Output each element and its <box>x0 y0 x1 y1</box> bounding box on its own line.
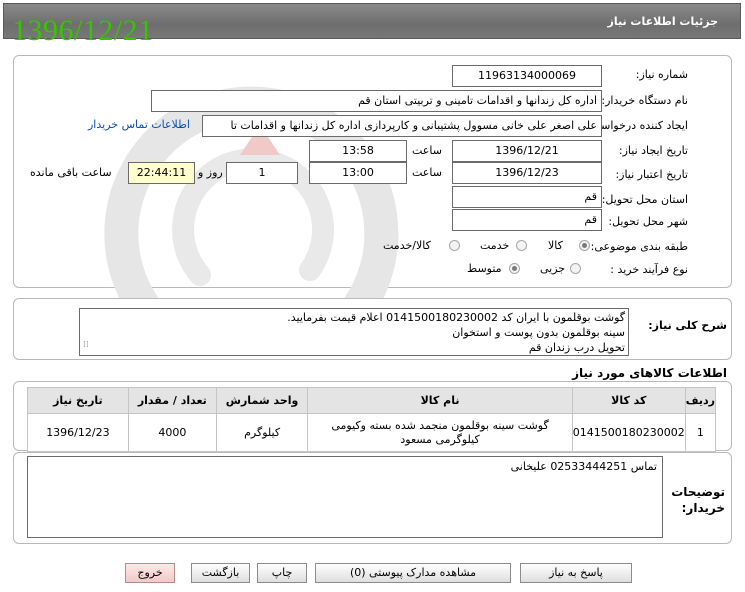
province-label: استان محل تحویل: <box>601 193 688 206</box>
category-radio-service[interactable] <box>516 240 527 251</box>
purchase-type-label: نوع فرآیند خرید : <box>610 263 688 276</box>
city-field[interactable]: قم <box>452 209 602 231</box>
requester-field[interactable]: علی اصغر علی خانی مسوول پشتیبانی و کارپر… <box>202 115 602 137</box>
table-header-row: ردیف کد کالا نام کالا واحد شمارش تعداد /… <box>27 387 717 414</box>
cell-name-line-2: کیلوگرمی مسعود <box>400 432 480 446</box>
purchase-radio-medium[interactable] <box>509 263 520 274</box>
deadline-days-field[interactable]: 1 <box>226 162 298 184</box>
city-label: شهر محل تحویل: <box>608 215 688 228</box>
back-button[interactable]: بازگشت <box>191 563 250 583</box>
cell-date: 1396/12/23 <box>27 413 129 452</box>
description-line-2: سینه بوقلمون بدون پوست و استخوان <box>452 326 625 339</box>
exit-button[interactable]: خروج <box>125 563 175 583</box>
print-button[interactable]: چاپ <box>257 563 307 583</box>
category-radio-goods[interactable] <box>579 240 590 251</box>
description-line-3: تحویل درب زندان قم <box>528 341 625 354</box>
purchase-medium-label: متوسط <box>467 262 502 275</box>
created-time-label: ساعت <box>412 144 442 157</box>
resize-grip-icon[interactable]: ⁞⁞ <box>83 338 89 353</box>
notes-label-text: توضیحات خریدار: <box>671 485 725 515</box>
cell-name-line-1: گوشت سینه بوقلمون منجمد شده بسته وکیومی <box>331 418 549 432</box>
description-textarea[interactable]: گوشت بوقلمون با ایران کد 014150018023000… <box>79 308 629 356</box>
deadline-time-field[interactable]: 13:00 <box>309 162 407 184</box>
need-number-label: شماره نیاز: <box>635 68 688 81</box>
category-service-label: خدمت <box>480 239 510 252</box>
purchase-radio-minor[interactable] <box>570 263 581 274</box>
deadline-label: تاریخ اعتبار نیاز: <box>615 168 688 181</box>
buyer-org-field[interactable]: اداره کل زندانها و اقدامات تامینی و تربی… <box>151 90 602 112</box>
attachments-button[interactable]: مشاهده مدارک پیوستی (0) <box>315 563 511 583</box>
col-code: کد کالا <box>571 387 686 414</box>
category-label: طبقه بندی موضوعی: <box>590 240 688 253</box>
col-date: تاریخ نیاز <box>27 387 129 414</box>
purchase-minor-label: جزیی <box>540 262 566 275</box>
province-field[interactable]: قم <box>452 186 602 208</box>
remaining-time-field: 22:44:11 <box>128 162 195 184</box>
reply-button[interactable]: پاسخ به نیاز <box>520 563 632 583</box>
category-goods-label: کالا <box>548 239 563 252</box>
category-radio-goods-service[interactable] <box>449 240 460 251</box>
table-row[interactable]: 1 0141500180230002 گوشت سینه بوقلمون منج… <box>27 413 717 452</box>
items-table: ردیف کد کالا نام کالا واحد شمارش تعداد /… <box>27 387 717 452</box>
cell-unit: کیلوگرم <box>215 413 309 452</box>
deadline-date-field[interactable]: 1396/12/23 <box>452 162 602 184</box>
remaining-time-label: ساعت باقی مانده <box>30 166 112 179</box>
created-time-field[interactable]: 13:58 <box>309 140 407 162</box>
cell-row: 1 <box>684 413 717 452</box>
date-stamp: 1396/12/21 <box>12 14 154 47</box>
col-row: ردیف <box>684 387 717 414</box>
created-label: تاریخ ایجاد نیاز: <box>618 144 688 157</box>
col-unit: واحد شمارش <box>215 387 309 414</box>
description-line-1: گوشت بوقلمون با ایران کد 014150018023000… <box>287 311 625 324</box>
need-number-field[interactable]: 11963134000069 <box>452 65 602 87</box>
notes-label: توضیحات خریدار: <box>671 484 725 516</box>
page-title: جزئیات اطلاعات نیاز <box>607 15 719 28</box>
created-date-field[interactable]: 1396/12/21 <box>452 140 602 162</box>
buyer-org-label: نام دستگاه خریدار: <box>601 94 688 107</box>
cell-name: گوشت سینه بوقلمون منجمد شده بسته وکیومی … <box>307 413 573 452</box>
col-qty: تعداد / مقدار <box>127 387 217 414</box>
items-section-title: اطلاعات کالاهای مورد نیاز <box>572 366 727 380</box>
notes-textarea[interactable]: تماس 02533444251 علیخانی <box>27 456 663 538</box>
buyer-contact-link[interactable]: اطلاعات تماس خریدار <box>88 118 190 131</box>
cell-qty: 4000 <box>127 413 217 452</box>
col-name: نام کالا <box>307 387 573 414</box>
deadline-days-label: روز و <box>198 166 223 179</box>
cell-code: 0141500180230002 <box>571 413 686 452</box>
description-label: شرح کلی نیاز: <box>648 319 727 332</box>
category-goods-service-label: کالا/خدمت <box>383 239 431 252</box>
deadline-time-label: ساعت <box>412 166 442 179</box>
